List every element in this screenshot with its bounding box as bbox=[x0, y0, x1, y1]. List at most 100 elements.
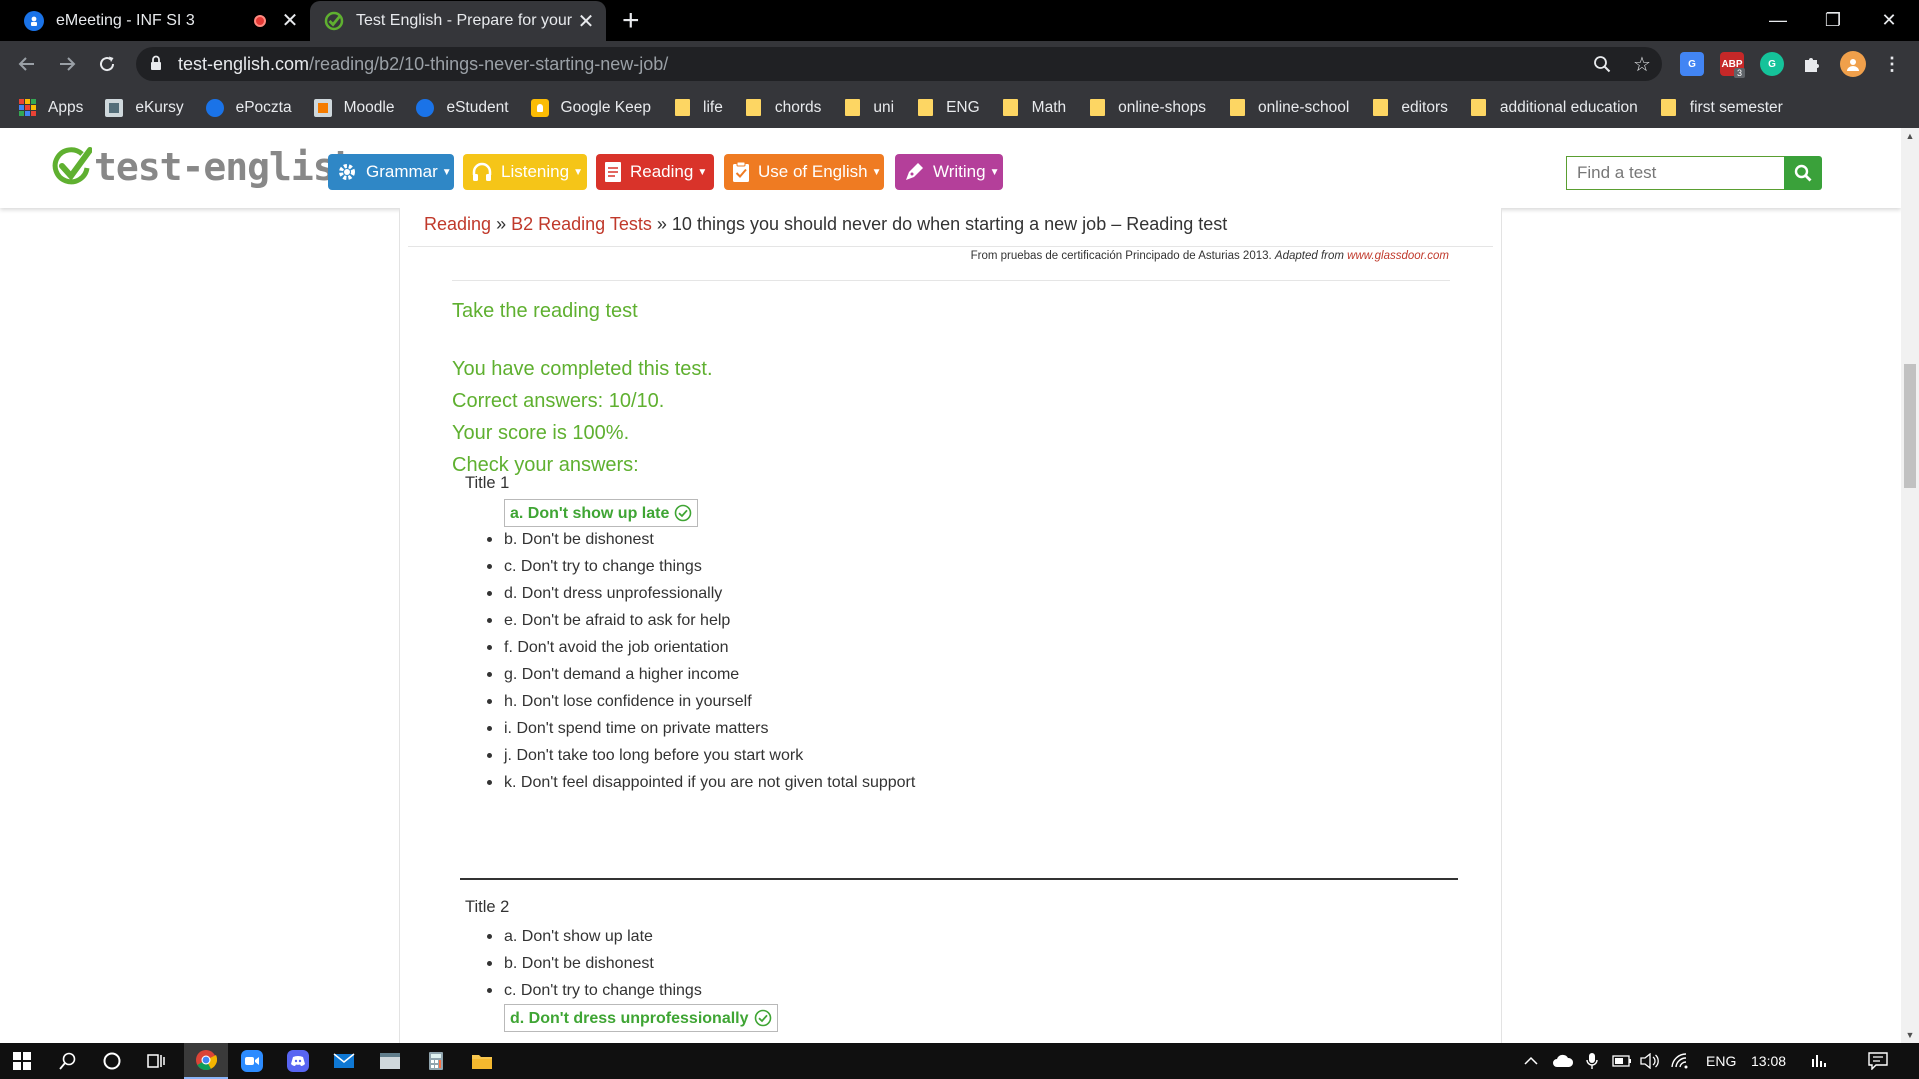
performance-graph-icon[interactable] bbox=[1812, 1043, 1830, 1079]
answer-option: j. Don't take too long before you start … bbox=[487, 742, 915, 769]
bookmark-label: life bbox=[703, 98, 723, 116]
breadcrumb-b2-reading-link[interactable]: B2 Reading Tests bbox=[511, 214, 652, 234]
browser-tab-test-english[interactable]: Test English - Prepare for your En ✕ bbox=[310, 1, 606, 41]
answer-option-correct: a. Don't show up late bbox=[504, 499, 915, 527]
wifi-icon[interactable] bbox=[1670, 1043, 1690, 1079]
grammarly-icon[interactable]: G bbox=[1760, 52, 1784, 76]
google-translate-icon[interactable]: G bbox=[1680, 52, 1704, 76]
extensions-puzzle-icon[interactable] bbox=[1800, 52, 1824, 76]
site-logo[interactable]: test-english bbox=[52, 145, 358, 189]
scrollbar-thumb[interactable] bbox=[1904, 364, 1916, 488]
source-divider bbox=[452, 280, 1450, 281]
bookmark-apps[interactable]: Apps bbox=[18, 99, 83, 117]
restore-button[interactable]: ❐ bbox=[1803, 0, 1863, 41]
bullet-icon bbox=[487, 591, 492, 596]
menu-use-of-english[interactable]: Use of English ▼ bbox=[724, 154, 884, 190]
url-text[interactable]: test-english.com/reading/b2/10-things-ne… bbox=[178, 54, 668, 75]
start-button[interactable] bbox=[0, 1043, 44, 1079]
bookmark-folder-first-semester[interactable]: first semester bbox=[1660, 99, 1783, 117]
gear-icon bbox=[336, 160, 358, 184]
site-search-button[interactable] bbox=[1784, 156, 1822, 190]
caret-down-icon: ▼ bbox=[697, 166, 708, 178]
close-tab-icon[interactable]: ✕ bbox=[576, 9, 596, 34]
bookmark-label: uni bbox=[873, 98, 895, 116]
close-window-button[interactable]: ✕ bbox=[1859, 0, 1919, 41]
scroll-down-icon[interactable]: ▼ bbox=[1901, 1027, 1919, 1043]
bookmark-star-icon[interactable]: ☆ bbox=[1630, 52, 1654, 76]
answer-option: a. Don't show up late bbox=[487, 923, 778, 950]
bookmark-estudent[interactable]: eStudent bbox=[416, 98, 509, 117]
bookmark-folder-additional-education[interactable]: additional education bbox=[1470, 99, 1638, 117]
onedrive-cloud-icon[interactable] bbox=[1552, 1043, 1574, 1079]
result-summary: You have completed this test. Correct an… bbox=[452, 353, 713, 481]
microphone-icon[interactable] bbox=[1586, 1043, 1598, 1079]
bookmark-label: editors bbox=[1401, 98, 1448, 116]
main-content: Reading » B2 Reading Tests » 10 things y… bbox=[399, 208, 1502, 1043]
answer-option: k. Don't feel disappointed if you are no… bbox=[487, 769, 915, 796]
taskbar-file-explorer[interactable] bbox=[460, 1043, 504, 1079]
task-view-button[interactable] bbox=[134, 1043, 178, 1079]
bookmark-ekursy[interactable]: eKursy bbox=[105, 98, 184, 117]
taskbar-search-button[interactable] bbox=[46, 1043, 90, 1079]
source-text: From pruebas de certificación Principado… bbox=[970, 250, 1272, 262]
forward-button[interactable] bbox=[52, 49, 82, 79]
browser-menu-icon[interactable]: ⋮ bbox=[1880, 52, 1904, 76]
bookmark-folder-uni[interactable]: uni bbox=[843, 99, 894, 117]
menu-grammar[interactable]: Grammar ▼ bbox=[328, 154, 454, 190]
breadcrumb-divider bbox=[408, 246, 1493, 247]
close-tab-icon[interactable]: ✕ bbox=[280, 8, 300, 33]
scroll-up-icon[interactable]: ▲ bbox=[1901, 128, 1919, 144]
answer-option: f. Don't avoid the job orientation bbox=[487, 634, 915, 661]
input-language[interactable]: ENG bbox=[1706, 1043, 1736, 1079]
bookmark-folder-life[interactable]: life bbox=[673, 99, 723, 117]
minimize-button[interactable]: — bbox=[1748, 0, 1808, 41]
take-test-heading: Take the reading test bbox=[452, 300, 638, 322]
bookmark-moodle[interactable]: Moodle bbox=[313, 98, 394, 117]
battery-icon[interactable] bbox=[1612, 1043, 1632, 1079]
bookmark-folder-chords[interactable]: chords bbox=[745, 99, 821, 117]
page-icon bbox=[313, 98, 332, 117]
score-percentage: Your score is 100%. bbox=[452, 422, 630, 444]
menu-writing[interactable]: Writing ▼ bbox=[895, 154, 1003, 190]
menu-reading[interactable]: Reading ▼ bbox=[596, 154, 714, 190]
answer-option: b. Don't be dishonest bbox=[487, 526, 915, 553]
bullet-icon bbox=[487, 934, 492, 939]
new-tab-button[interactable]: + bbox=[622, 4, 640, 38]
bookmark-epoczta[interactable]: ePoczta bbox=[205, 98, 292, 117]
bookmark-google-keep[interactable]: Google Keep bbox=[530, 98, 651, 117]
menu-listening[interactable]: Listening ▼ bbox=[463, 154, 587, 190]
browser-tab-emeeting[interactable]: eMeeting - INF SI 3 ✕ bbox=[10, 0, 310, 41]
lock-icon[interactable] bbox=[150, 55, 162, 71]
taskbar-discord[interactable] bbox=[276, 1043, 320, 1079]
pen-icon bbox=[903, 160, 925, 184]
back-button[interactable] bbox=[12, 49, 42, 79]
breadcrumb-separator: » bbox=[496, 214, 507, 234]
address-bar[interactable]: test-english.com/reading/b2/10-things-ne… bbox=[136, 47, 1662, 81]
page-scrollbar[interactable]: ▲ ▼ bbox=[1901, 128, 1919, 1043]
profile-avatar[interactable] bbox=[1840, 51, 1866, 77]
taskbar-zoom[interactable] bbox=[230, 1043, 274, 1079]
bookmark-folder-editors[interactable]: editors bbox=[1371, 99, 1448, 117]
system-clock[interactable]: 13:08 bbox=[1751, 1043, 1786, 1079]
taskbar-window-app[interactable] bbox=[368, 1043, 412, 1079]
keep-icon bbox=[530, 98, 549, 117]
breadcrumb-reading-link[interactable]: Reading bbox=[424, 214, 491, 234]
bullet-icon bbox=[487, 988, 492, 993]
taskbar-calculator[interactable] bbox=[414, 1043, 458, 1079]
mail-icon bbox=[333, 1053, 355, 1068]
show-hidden-icons-chevron-icon[interactable] bbox=[1524, 1043, 1538, 1079]
zoom-icon[interactable] bbox=[1590, 52, 1614, 76]
site-search-input[interactable] bbox=[1566, 156, 1784, 190]
bookmark-folder-online-shops[interactable]: online-shops bbox=[1088, 99, 1206, 117]
bookmark-folder-online-school[interactable]: online-school bbox=[1228, 99, 1349, 117]
reload-button[interactable] bbox=[92, 49, 122, 79]
taskbar-mail[interactable] bbox=[322, 1043, 366, 1079]
forward-arrow-icon bbox=[60, 57, 76, 71]
bookmark-folder-eng[interactable]: ENG bbox=[916, 99, 980, 117]
cortana-button[interactable] bbox=[90, 1043, 134, 1079]
source-link[interactable]: www.glassdoor.com bbox=[1347, 250, 1449, 262]
notifications-icon[interactable] bbox=[1868, 1043, 1888, 1079]
bookmark-folder-math[interactable]: Math bbox=[1002, 99, 1066, 117]
taskbar-chrome[interactable] bbox=[184, 1043, 228, 1079]
volume-icon[interactable] bbox=[1640, 1043, 1660, 1079]
